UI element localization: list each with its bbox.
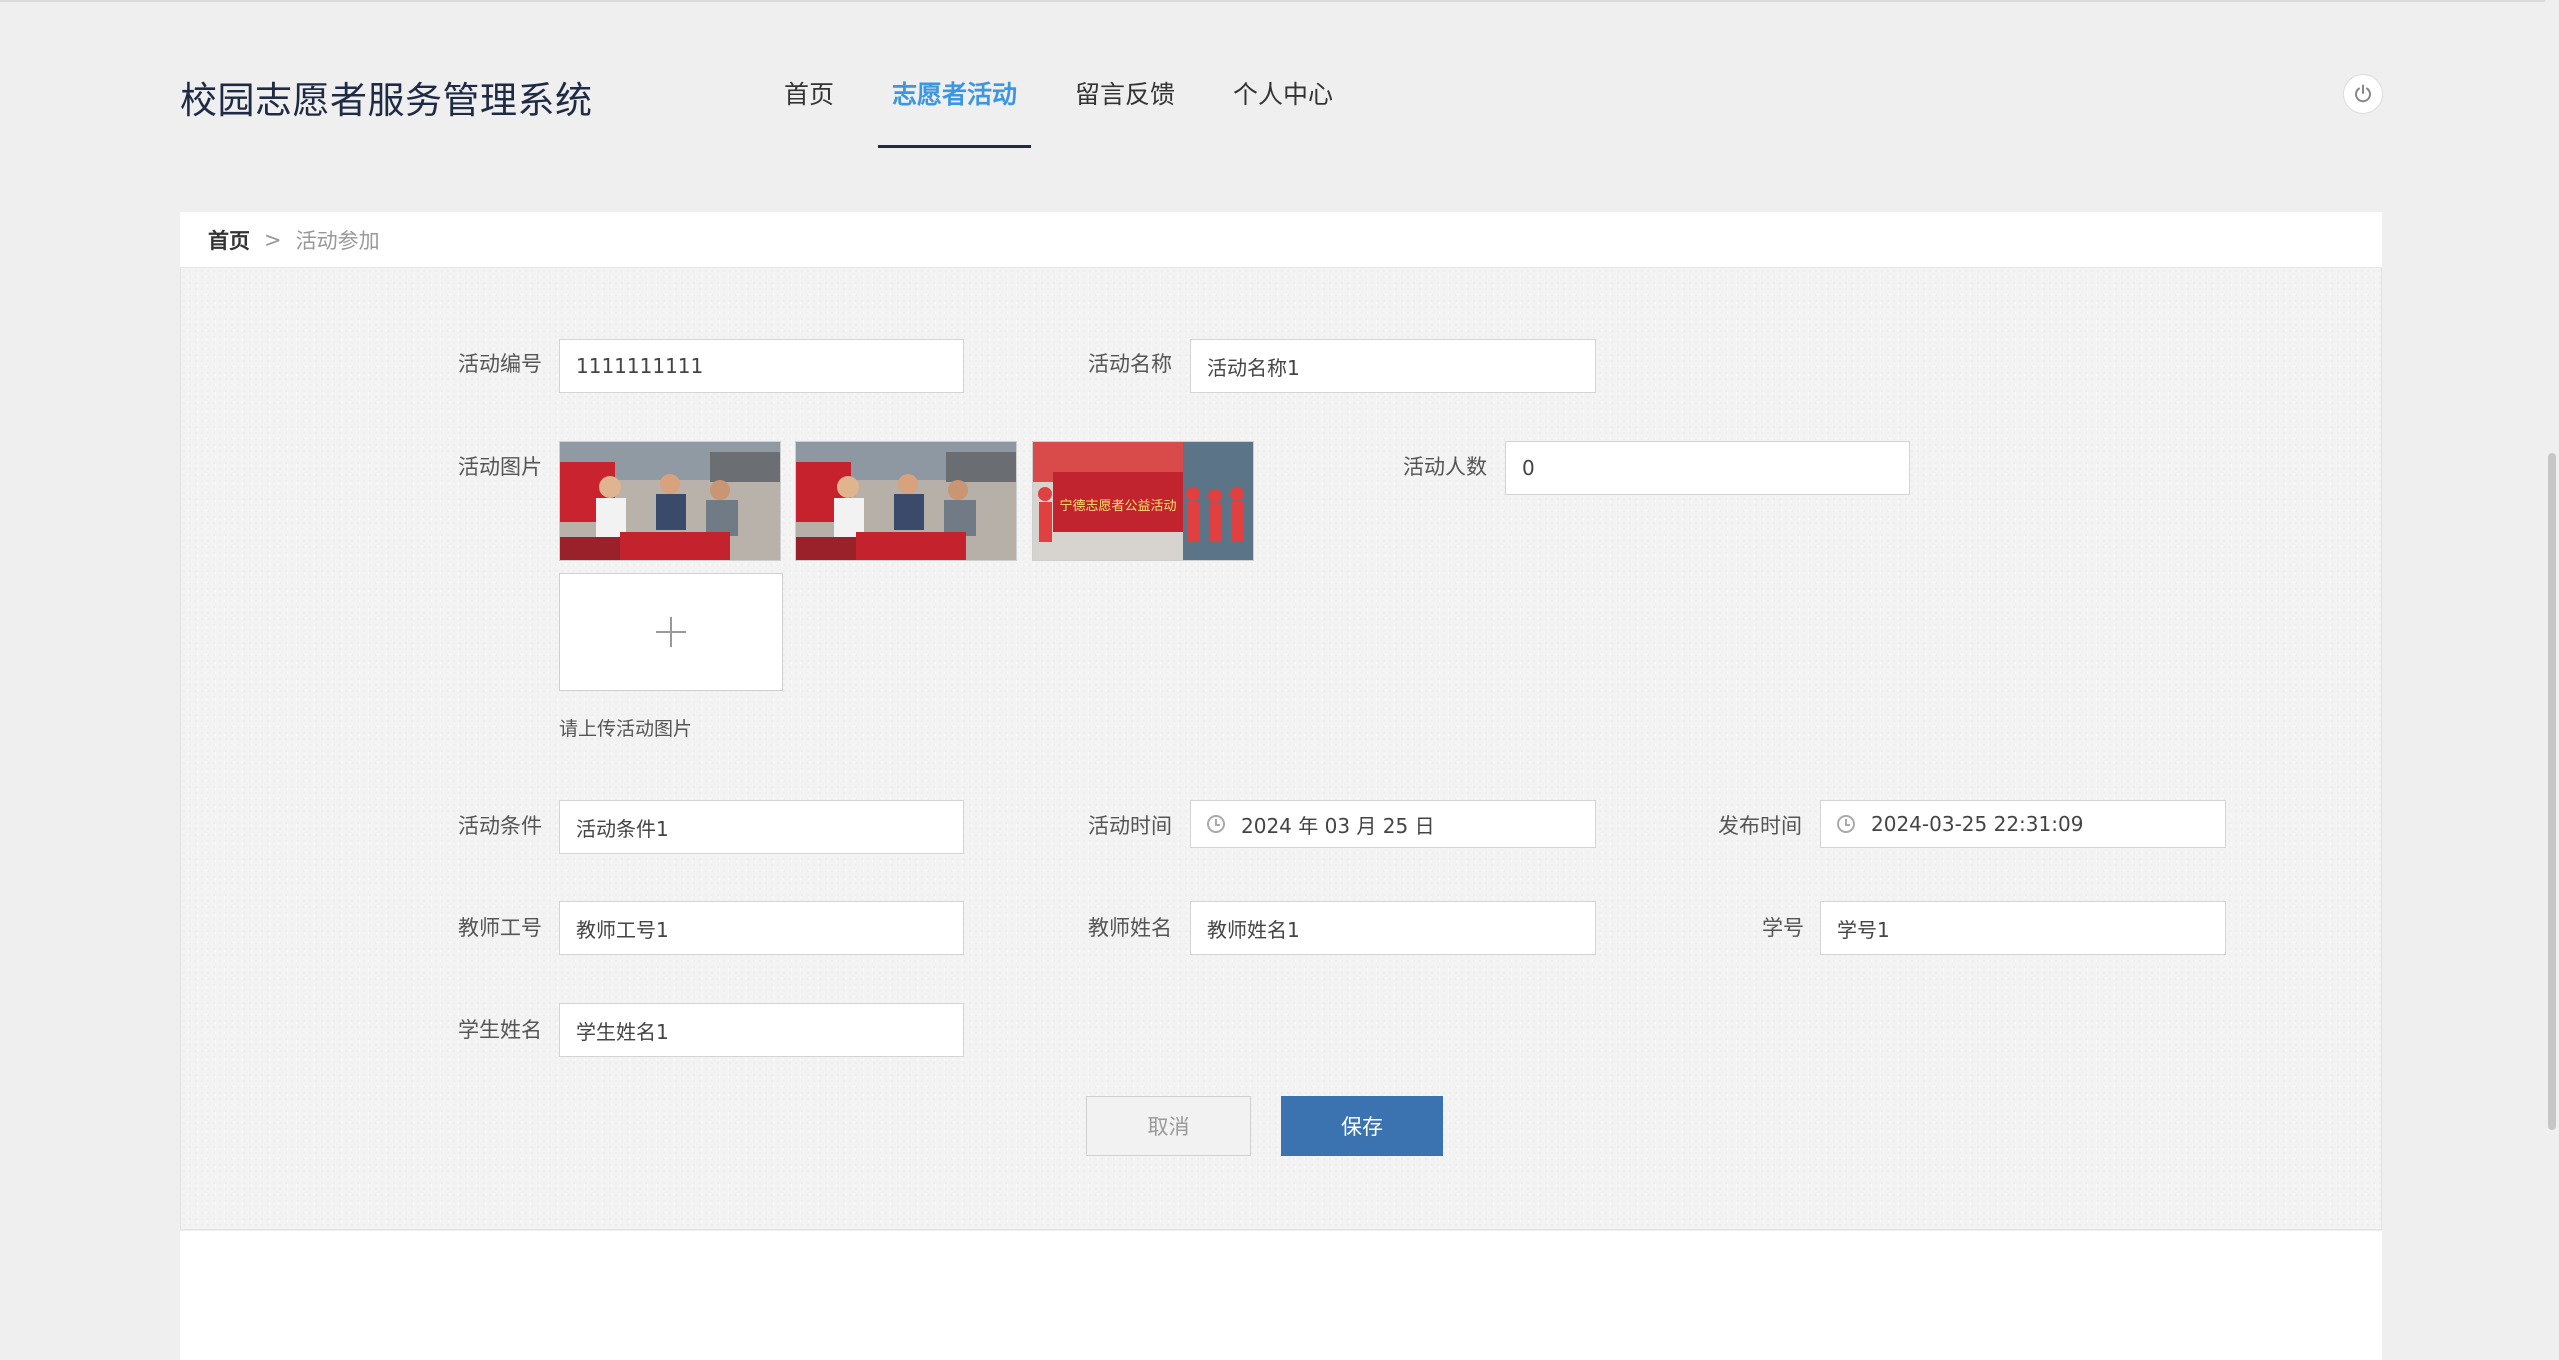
student-no-label: 学号 xyxy=(1762,916,1804,940)
breadcrumb-separator: > xyxy=(264,227,282,252)
nav-item-volunteer-activities[interactable]: 志愿者活动 xyxy=(878,76,1032,148)
plus-icon xyxy=(656,617,686,647)
breadcrumb-current: 活动参加 xyxy=(295,228,380,253)
participant-count-field[interactable]: 0 xyxy=(1505,441,1910,495)
activity-photo-2 xyxy=(796,442,1016,560)
activity-name-field[interactable]: 活动名称1 xyxy=(1190,339,1596,393)
activity-image-1[interactable] xyxy=(559,441,781,561)
clock-icon xyxy=(1837,815,1855,833)
activity-images-label: 活动图片 xyxy=(458,455,542,479)
save-button[interactable]: 保存 xyxy=(1281,1096,1443,1156)
activity-image-3[interactable]: 宁德志愿者公益活动 xyxy=(1032,441,1254,561)
teacher-name-label: 教师姓名 xyxy=(1088,916,1172,940)
scrollbar-thumb[interactable] xyxy=(2548,453,2556,1130)
teacher-no-field[interactable]: 教师工号1 xyxy=(559,901,964,955)
activity-name-label: 活动名称 xyxy=(1088,352,1172,376)
header: 校园志愿者服务管理系统 首页 志愿者活动 留言反馈 个人中心 xyxy=(0,0,2559,162)
student-name-field[interactable]: 学生姓名1 xyxy=(559,1003,964,1057)
activity-condition-label: 活动条件 xyxy=(458,814,542,838)
publish-time-label: 发布时间 xyxy=(1718,814,1802,838)
power-icon xyxy=(2355,84,2371,103)
nav-item-home[interactable]: 首页 xyxy=(770,76,848,148)
cancel-button[interactable]: 取消 xyxy=(1086,1096,1251,1156)
logout-button[interactable] xyxy=(2343,74,2383,114)
publish-time-picker[interactable]: 2024-03-25 22:31:09 xyxy=(1820,800,2226,848)
activity-no-field[interactable]: 1111111111 xyxy=(559,339,964,393)
participant-count-label: 活动人数 xyxy=(1403,455,1487,479)
publish-time-value: 2024-03-25 22:31:09 xyxy=(1871,812,2084,836)
student-no-field[interactable]: 学号1 xyxy=(1820,901,2226,955)
activity-time-label: 活动时间 xyxy=(1088,814,1172,838)
upload-image-button[interactable] xyxy=(559,573,783,691)
activity-time-value: 2024 年 03 月 25 日 xyxy=(1241,813,1435,838)
nav-item-personal-center[interactable]: 个人中心 xyxy=(1219,76,1347,148)
breadcrumb: 首页 > 活动参加 xyxy=(180,212,2382,268)
nav-item-feedback[interactable]: 留言反馈 xyxy=(1061,76,1189,148)
activity-banner-text: 宁德志愿者公益活动 xyxy=(1059,498,1176,514)
site-title: 校园志愿者服务管理系统 xyxy=(180,79,593,122)
activity-no-label: 活动编号 xyxy=(458,352,542,376)
activity-photo-1 xyxy=(560,442,780,560)
activity-photo-3: 宁德志愿者公益活动 xyxy=(1033,442,1253,560)
upload-tip: 请上传活动图片 xyxy=(559,718,693,740)
form-panel xyxy=(180,268,2382,1230)
main-nav: 首页 志愿者活动 留言反馈 个人中心 xyxy=(770,76,1377,148)
teacher-name-field[interactable]: 教师姓名1 xyxy=(1190,901,1596,955)
breadcrumb-home[interactable]: 首页 xyxy=(208,225,250,255)
activity-image-2[interactable] xyxy=(795,441,1017,561)
student-name-label: 学生姓名 xyxy=(458,1018,542,1042)
activity-time-picker[interactable]: 2024 年 03 月 25 日 xyxy=(1190,800,1596,848)
teacher-no-label: 教师工号 xyxy=(458,916,542,940)
footer-area xyxy=(180,1231,2382,1360)
clock-icon xyxy=(1207,815,1225,833)
activity-condition-field[interactable]: 活动条件1 xyxy=(559,800,964,854)
